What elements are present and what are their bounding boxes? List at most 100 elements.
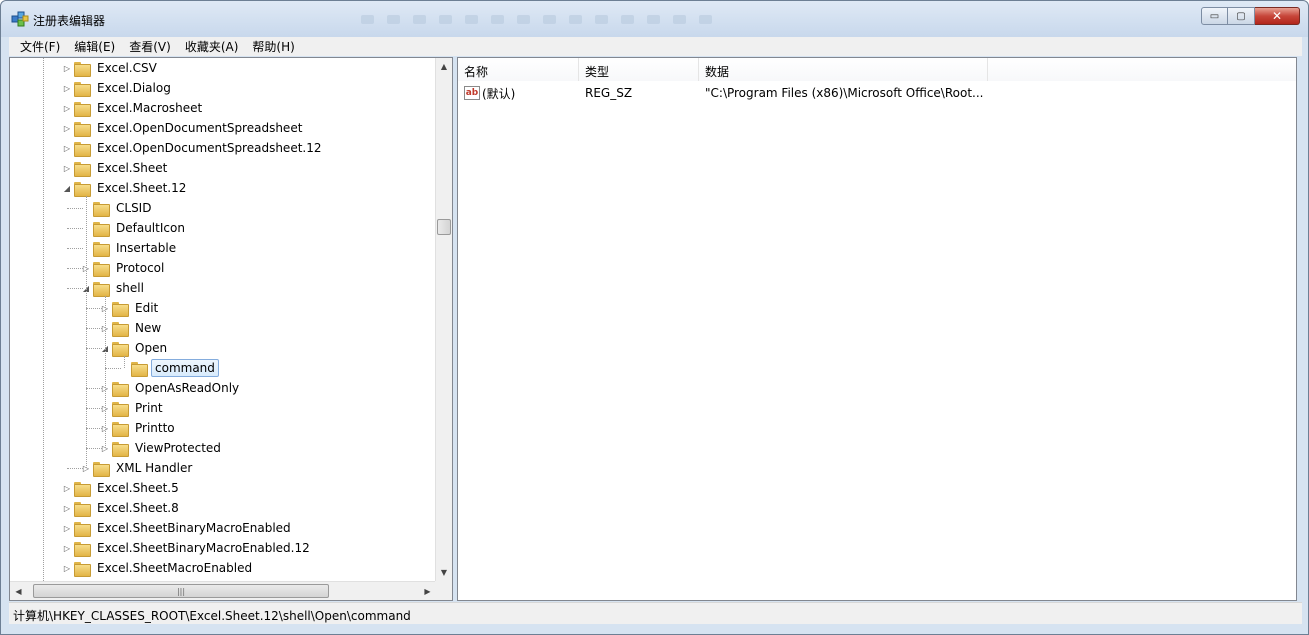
- tree-vscroll-thumb[interactable]: [437, 219, 451, 235]
- tree-item[interactable]: ▷ Edit: [100, 298, 161, 318]
- menu-file[interactable]: 文件(F): [13, 38, 67, 55]
- tree-item-label[interactable]: Open: [132, 340, 170, 356]
- tree-item-label[interactable]: Edit: [132, 300, 161, 316]
- menu-favorites[interactable]: 收藏夹(A): [178, 38, 246, 55]
- expand-arrow-icon[interactable]: ▷: [62, 64, 72, 73]
- tree-item-label[interactable]: Excel.SheetBinaryMacroEnabled.12: [94, 540, 313, 556]
- expand-arrow-icon[interactable]: ▷: [62, 104, 72, 113]
- tree-connector-line: [67, 288, 83, 289]
- maximize-button[interactable]: ▢: [1228, 7, 1255, 25]
- tree-item[interactable]: command: [119, 358, 219, 378]
- menu-help[interactable]: 帮助(H): [245, 38, 301, 55]
- tree-item[interactable]: CLSID: [81, 198, 154, 218]
- tree-item[interactable]: ▷ Printto: [100, 418, 178, 438]
- menu-view[interactable]: 查看(V): [122, 38, 178, 55]
- tree-horizontal-scrollbar[interactable]: ◀ ||| ▶: [10, 581, 436, 600]
- tree-item-label[interactable]: Excel.Dialog: [94, 80, 174, 96]
- tree-item[interactable]: ▷ Excel.Sheet.5: [62, 478, 182, 498]
- tree-item-label[interactable]: Printto: [132, 420, 178, 436]
- tree-item[interactable]: ▷ Excel.Dialog: [62, 78, 174, 98]
- tree-item[interactable]: ◢ Open: [100, 338, 170, 358]
- expand-arrow-icon[interactable]: ▷: [62, 164, 72, 173]
- values-list-pane[interactable]: 名称 类型 数据 ab (默认) REG_SZ "C:\Program File…: [457, 57, 1297, 601]
- tree-item-label[interactable]: Insertable: [113, 240, 179, 256]
- key-tree-pane[interactable]: ▷ Excel.CSV ▷ Excel.Dialog ▷ Excel.Macrosheet…: [9, 57, 453, 601]
- column-header-data[interactable]: 数据: [699, 58, 988, 81]
- tree-item[interactable]: DefaultIcon: [81, 218, 188, 238]
- tree-hscroll-thumb[interactable]: |||: [33, 584, 329, 598]
- tree-item[interactable]: ▷ Excel.OpenDocumentSpreadsheet.12: [62, 138, 325, 158]
- tree-connector-line: [67, 468, 83, 469]
- scroll-right-arrow-icon[interactable]: ▶: [419, 582, 436, 600]
- scroll-left-arrow-icon[interactable]: ◀: [10, 582, 27, 600]
- tree-item-label[interactable]: Excel.Sheet: [94, 160, 170, 176]
- tree-item-label[interactable]: OpenAsReadOnly: [132, 380, 242, 396]
- registry-editor-window: 注册表编辑器 ▭ ▢ ✕ 文件(F) 编辑(E) 查看(V) 收藏夹(A) 帮助…: [0, 0, 1309, 635]
- expand-arrow-icon[interactable]: ▷: [62, 84, 72, 93]
- value-row[interactable]: ab (默认) REG_SZ "C:\Program Files (x86)\M…: [458, 83, 1296, 103]
- tree-item[interactable]: ▷ Excel.SheetBinaryMacroEnabled.12: [62, 538, 313, 558]
- column-header-type[interactable]: 类型: [579, 58, 699, 81]
- title-bar[interactable]: 注册表编辑器 ▭ ▢ ✕: [1, 1, 1308, 37]
- tree-item-label[interactable]: Protocol: [113, 260, 167, 276]
- tree-item-label[interactable]: Excel.OpenDocumentSpreadsheet.12: [94, 140, 325, 156]
- scroll-grip: |||: [176, 586, 186, 596]
- tree-item[interactable]: ▷ Excel.Sheet: [62, 158, 170, 178]
- tree-connector-line: [86, 428, 102, 429]
- folder-icon: [112, 421, 129, 437]
- tree-item[interactable]: ▷ Excel.Macrosheet: [62, 98, 205, 118]
- tree-item-label[interactable]: Excel.Sheet.12: [94, 180, 189, 196]
- tree-item-label[interactable]: Excel.Macrosheet: [94, 100, 205, 116]
- tree-item-label[interactable]: ViewProtected: [132, 440, 224, 456]
- tree-item-label[interactable]: CLSID: [113, 200, 154, 216]
- collapse-arrow-icon[interactable]: ◢: [62, 184, 72, 193]
- minimize-button[interactable]: ▭: [1201, 7, 1228, 25]
- tree-item[interactable]: ▷ Excel.OpenDocumentSpreadsheet: [62, 118, 305, 138]
- folder-icon: [74, 181, 91, 197]
- tree-guide-line: [86, 196, 87, 468]
- tree-item-label[interactable]: Print: [132, 400, 166, 416]
- column-header-name[interactable]: 名称: [458, 58, 579, 81]
- tree-item[interactable]: ▷ Excel.SheetBinaryMacroEnabled: [62, 518, 294, 538]
- folder-icon: [93, 461, 110, 477]
- tree-item[interactable]: ▷ ViewProtected: [100, 438, 224, 458]
- tree-item[interactable]: ▷ OpenAsReadOnly: [100, 378, 242, 398]
- tree-item[interactable]: ▷ XML Handler: [81, 458, 195, 478]
- tree-item-label[interactable]: Excel.Sheet.8: [94, 500, 182, 516]
- tree-item-label[interactable]: command: [151, 359, 219, 377]
- tree-item[interactable]: ◢ Excel.Sheet.12: [62, 178, 189, 198]
- scroll-up-arrow-icon[interactable]: ▲: [436, 58, 452, 75]
- tree-item[interactable]: ▷ New: [100, 318, 164, 338]
- expand-arrow-icon[interactable]: ▷: [62, 544, 72, 553]
- close-button[interactable]: ✕: [1255, 7, 1300, 25]
- tree-item-label[interactable]: Excel.CSV: [94, 60, 160, 76]
- tree-item[interactable]: ▷ Excel.Sheet.8: [62, 498, 182, 518]
- folder-icon: [93, 201, 110, 217]
- tree-item-label[interactable]: Excel.OpenDocumentSpreadsheet: [94, 120, 305, 136]
- tree-vertical-scrollbar[interactable]: ▲ ▼: [435, 58, 452, 581]
- tree-item-label[interactable]: Excel.Sheet.5: [94, 480, 182, 496]
- tree-item[interactable]: ◢ shell: [81, 278, 147, 298]
- scroll-down-arrow-icon[interactable]: ▼: [436, 564, 452, 581]
- expand-arrow-icon[interactable]: ▷: [62, 144, 72, 153]
- tree-item-label[interactable]: shell: [113, 280, 147, 296]
- tree-item[interactable]: ▷ Excel.CSV: [62, 58, 160, 78]
- tree-item[interactable]: Insertable: [81, 238, 179, 258]
- tree-item-label[interactable]: XML Handler: [113, 460, 195, 476]
- tree-item-label[interactable]: New: [132, 320, 164, 336]
- tree-item-label[interactable]: Excel.SheetMacroEnabled: [94, 560, 255, 576]
- tree-item[interactable]: ▷ Protocol: [81, 258, 167, 278]
- tree-connector-line: [105, 368, 121, 369]
- menu-edit[interactable]: 编辑(E): [67, 38, 122, 55]
- expand-arrow-icon[interactable]: ▷: [62, 484, 72, 493]
- tree-connector-line: [67, 208, 83, 209]
- tree-item[interactable]: ▷ Excel.SheetMacroEnabled: [62, 558, 255, 578]
- expand-arrow-icon[interactable]: ▷: [62, 504, 72, 513]
- expand-arrow-icon[interactable]: ▷: [62, 524, 72, 533]
- tree-item-label[interactable]: DefaultIcon: [113, 220, 188, 236]
- tree-connector-line: [67, 248, 83, 249]
- expand-arrow-icon[interactable]: ▷: [62, 564, 72, 573]
- tree-item[interactable]: ▷ Print: [100, 398, 166, 418]
- tree-item-label[interactable]: Excel.SheetBinaryMacroEnabled: [94, 520, 294, 536]
- expand-arrow-icon[interactable]: ▷: [62, 124, 72, 133]
